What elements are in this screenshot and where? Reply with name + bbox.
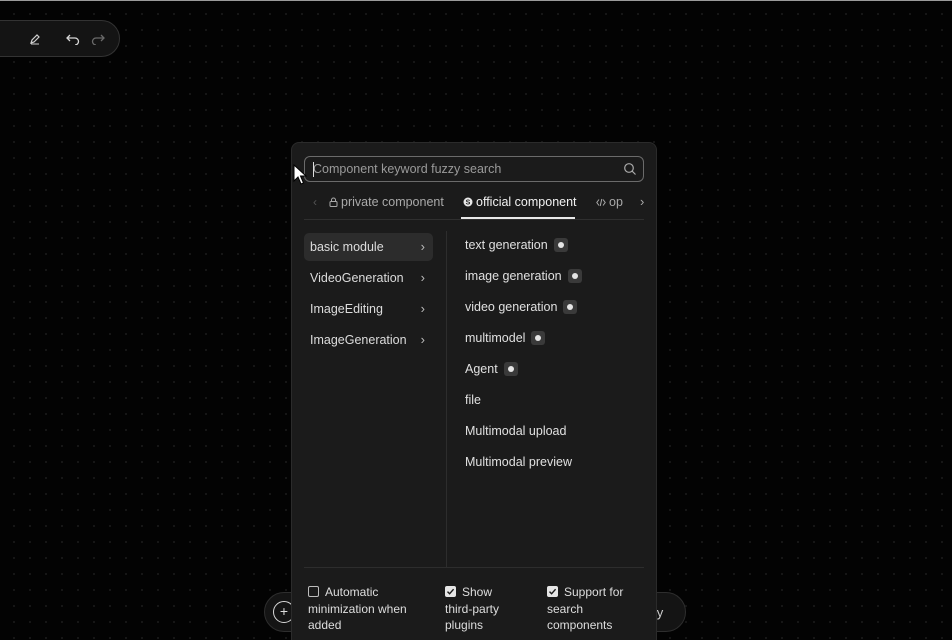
category-label: ImageGeneration [310,333,407,347]
component-label: file [465,393,481,407]
option-search-components[interactable]: Support for search components [547,584,647,634]
component-label: video generation [465,300,558,314]
mouse-cursor-icon [293,164,307,185]
component-item-multimodel[interactable]: multimodel [465,328,546,348]
category-label: VideoGeneration [310,271,404,285]
component-item-file[interactable]: file [465,390,481,410]
tab-label: op [609,195,623,209]
text-caret [313,162,314,177]
code-icon [596,198,606,206]
official-badge-icon: S [463,197,473,207]
category-item-basic-module[interactable]: basic module › [304,233,433,261]
add-badge-icon[interactable] [531,331,546,345]
option-label: plugins [445,618,484,632]
option-label: minimization when [308,601,407,616]
edit-pen-button[interactable] [25,29,45,49]
redo-icon [91,34,105,45]
undo-icon [66,34,80,45]
chevron-right-icon: › [420,270,425,285]
category-label: basic module [310,240,384,254]
tab-official-component[interactable]: S official component [463,195,577,209]
option-label: Support for [564,585,624,599]
tab-private-component[interactable]: private component [329,195,444,209]
component-label: Multimodal preview [465,455,572,469]
option-auto-minimize[interactable]: Automatic minimization when added [308,584,426,634]
option-label: third-party [445,601,500,616]
component-item-multimodal-preview[interactable]: Multimodal preview [465,452,572,472]
add-badge-icon[interactable] [503,362,518,376]
component-item-text-generation[interactable]: text generation [465,235,568,255]
search-components-checkbox[interactable] [547,586,558,597]
component-item-agent[interactable]: Agent [465,359,518,379]
option-third-party-plugins[interactable]: Show third-party plugins [445,584,535,634]
undo-button[interactable] [63,29,83,49]
component-item-image-generation[interactable]: image generation [465,266,582,286]
auto-minimize-checkbox[interactable] [308,586,319,597]
checkmark-icon [549,588,557,595]
redo-button[interactable] [88,29,108,49]
component-label: Multimodal upload [465,424,567,438]
search-icon[interactable] [623,162,637,176]
window-top-border [0,0,952,1]
component-tabs: ‹ private component S official component… [304,191,644,220]
option-label: search [547,601,584,616]
add-badge-icon[interactable] [563,300,578,314]
tabs-scroll-right-icon[interactable]: › [640,194,644,209]
add-badge-icon[interactable] [567,269,582,283]
category-label: ImageEditing [310,302,383,316]
chevron-right-icon: › [420,239,425,254]
component-item-video-generation[interactable]: video generation [465,297,578,317]
component-label: Agent [465,362,498,376]
option-label: added [308,618,342,632]
component-label: multimodel [465,331,526,345]
option-label: Show [462,585,493,599]
option-label: Automatic [325,585,379,599]
component-item-multimodal-upload[interactable]: Multimodal upload [465,421,566,441]
chevron-right-icon: › [420,301,425,316]
category-item-image-editing[interactable]: ImageEditing › [304,295,433,323]
category-item-image-generation[interactable]: ImageGeneration › [304,326,433,354]
canvas-toolbar [0,20,120,57]
search-box [304,156,644,182]
option-label: components [547,618,613,632]
lock-icon [329,197,338,207]
chevron-right-icon: › [420,332,425,347]
checkmark-icon [447,588,455,595]
add-badge-icon[interactable] [553,238,568,252]
tab-open-source[interactable]: op [596,195,623,209]
tab-label: official component [476,195,577,209]
component-picker-panel: ‹ private component S official component… [291,142,657,640]
category-sidebar: basic module › VideoGeneration › ImageEd… [304,231,447,567]
component-label: text generation [465,238,548,252]
component-label: image generation [465,269,562,283]
category-item-video-generation[interactable]: VideoGeneration › [304,264,433,292]
svg-text:S: S [466,200,471,207]
tabs-scroll-left-icon[interactable]: ‹ [313,195,317,209]
active-tab-indicator [461,217,575,219]
pen-icon [30,34,40,45]
footer-divider [304,567,644,568]
tab-label: private component [341,195,444,209]
third-party-checkbox[interactable] [445,586,456,597]
search-input[interactable] [313,160,613,178]
